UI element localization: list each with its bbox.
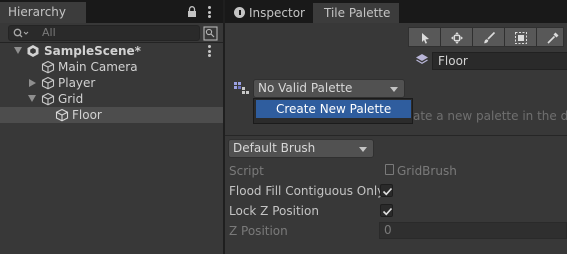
flood-fill-label: Flood Fill Contiguous Only (229, 184, 385, 198)
tree-row-main-camera[interactable]: Main Camera (0, 59, 223, 75)
unity-scene-icon (27, 45, 39, 57)
active-target-dropdown[interactable]: Floor (432, 52, 567, 70)
flood-fill-checkbox[interactable] (380, 184, 393, 197)
gameobject-cube-icon (41, 92, 55, 106)
search-icon[interactable] (13, 28, 29, 39)
box-fill-tool-button[interactable] (504, 27, 536, 47)
move-tool-button[interactable] (440, 27, 472, 47)
script-file-icon (385, 164, 394, 175)
empty-palette-hint: ate a new palette in the dro (413, 109, 567, 123)
section-divider (225, 135, 567, 136)
hierarchy-tabbar: Hierarchy (0, 0, 223, 23)
hierarchy-menu-icon[interactable] (208, 6, 212, 18)
tab-tile-palette[interactable]: Tile Palette (313, 3, 399, 23)
tree-row-scene[interactable]: SampleScene* (0, 43, 223, 59)
lock-z-label: Lock Z Position (229, 204, 319, 218)
tree-row-player[interactable]: Player (0, 75, 223, 91)
foldout-collapsed-icon[interactable] (29, 79, 36, 87)
tree-label-grid: Grid (58, 92, 84, 106)
hierarchy-search-row: All (0, 23, 223, 43)
gameobject-cube-icon (55, 108, 69, 122)
hierarchy-search-field[interactable]: All (8, 25, 200, 41)
tilemap-layers-icon (416, 54, 428, 64)
paint-brush-icon (484, 31, 496, 44)
tab-hierarchy[interactable]: Hierarchy (0, 2, 86, 23)
tile-tools-toolbar (408, 27, 564, 47)
search-input[interactable]: All (42, 26, 56, 40)
move-arrows-icon (451, 32, 463, 44)
z-position-label: Z Position (229, 224, 288, 238)
menu-item-create-new-palette[interactable]: Create New Palette (256, 100, 411, 118)
tree-label-main-camera: Main Camera (58, 60, 138, 74)
palette-dropdown-menu: Create New Palette (253, 98, 413, 124)
brush-dropdown[interactable]: Default Brush (228, 139, 374, 158)
chevron-down-icon (359, 147, 367, 152)
tree-row-grid[interactable]: Grid (0, 91, 223, 107)
select-tool-button[interactable] (408, 27, 440, 47)
eyedropper-icon (547, 32, 559, 44)
script-label: Script (229, 164, 264, 178)
checkmark-icon (382, 187, 393, 196)
lock-icon[interactable] (187, 6, 197, 17)
scene-menu-icon[interactable] (208, 45, 212, 57)
gameobject-cube-icon (41, 76, 55, 90)
tree-label-scene: SampleScene* (44, 44, 141, 58)
box-fill-icon (515, 32, 527, 44)
tab-inspector[interactable]: Inspector (225, 3, 313, 23)
paint-brush-tool-button[interactable] (472, 27, 504, 47)
foldout-expanded-icon[interactable] (28, 95, 36, 102)
tab-inspector-label: Inspector (249, 6, 305, 20)
checkmark-icon (382, 207, 393, 216)
hierarchy-panel: Hierarchy All SampleScene* Main Camera P… (0, 0, 223, 254)
z-position-field[interactable]: 0 (379, 222, 567, 239)
palette-dropdown[interactable]: No Valid Palette (253, 79, 405, 98)
right-tabbar: Inspector Tile Palette (225, 0, 567, 23)
gameobject-cube-icon (41, 60, 55, 74)
tile-palette-icon (234, 82, 249, 94)
lock-z-checkbox[interactable] (380, 204, 393, 217)
tree-label-player: Player (58, 76, 96, 90)
select-arrow-icon (422, 33, 429, 44)
info-icon (234, 7, 245, 18)
brush-dropdown-value: Default Brush (233, 141, 316, 155)
scene-search-icon[interactable] (203, 26, 218, 41)
tree-label-floor: Floor (72, 108, 102, 122)
tile-palette-panel: Inspector Tile Palette Floor No Valid Pa… (225, 0, 567, 254)
chevron-down-icon (390, 87, 398, 92)
palette-dropdown-value: No Valid Palette (258, 81, 353, 95)
picker-tool-button[interactable] (536, 27, 564, 47)
foldout-expanded-icon[interactable] (14, 47, 22, 54)
tree-row-floor[interactable]: Floor (0, 107, 223, 123)
script-value: GridBrush (397, 164, 457, 178)
